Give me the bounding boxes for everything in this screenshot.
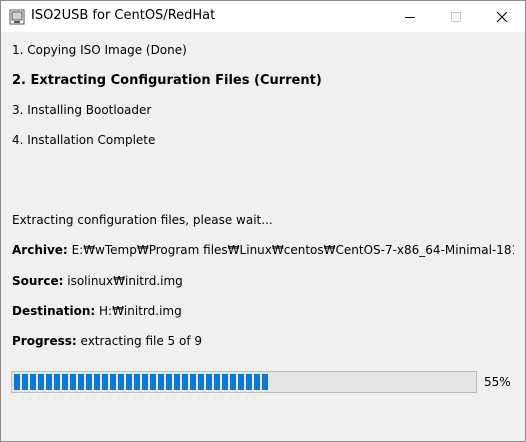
close-icon [496,11,508,22]
step-extract-config: 2. Extracting Configuration Files (Curre… [12,73,322,88]
source-row: Source: isolinux₩initrd.img [12,274,183,288]
progress-percent: 55% [484,375,511,389]
step-copy-iso: 1. Copying ISO Image (Done) [12,43,187,57]
window-title: ISO2USB for CentOS/RedHat [31,8,216,23]
archive-row: Archive: E:₩wTemp₩Program files₩Linux₩ce… [12,243,514,257]
step-install-bootloader: 3. Installing Bootloader [12,103,152,117]
step-installation-complete: 4. Installation Complete [12,133,156,147]
status-message: Extracting configuration files, please w… [12,213,273,227]
minimize-button[interactable] [387,1,433,32]
source-label: Source: [12,274,64,288]
maximize-icon [451,11,461,22]
installer-window: ISO2USB for CentOS/RedHat 1. Copying ISO… [0,0,526,442]
title-bar[interactable]: ISO2USB for CentOS/RedHat [1,1,525,32]
progress-detail: extracting file 5 of 9 [80,334,203,348]
maximize-button[interactable] [433,1,479,32]
progress-bar-fill [14,374,268,390]
installer-content: 1. Copying ISO Image (Done) 2. Extractin… [1,32,525,441]
source-path: isolinux₩initrd.img [67,274,183,288]
progress-row: Progress: extracting file 5 of 9 [12,334,202,348]
app-icon [9,9,25,25]
close-button[interactable] [479,1,525,32]
archive-path: E:₩wTemp₩Program files₩Linux₩centos₩Cent… [71,243,514,257]
progress-bar [11,371,477,393]
progress-label: Progress: [12,334,77,348]
destination-path: H:₩initrd.img [99,304,182,318]
destination-row: Destination: H:₩initrd.img [12,304,182,318]
destination-label: Destination: [12,304,96,318]
archive-label: Archive: [12,243,68,257]
minimize-icon [405,16,415,18]
